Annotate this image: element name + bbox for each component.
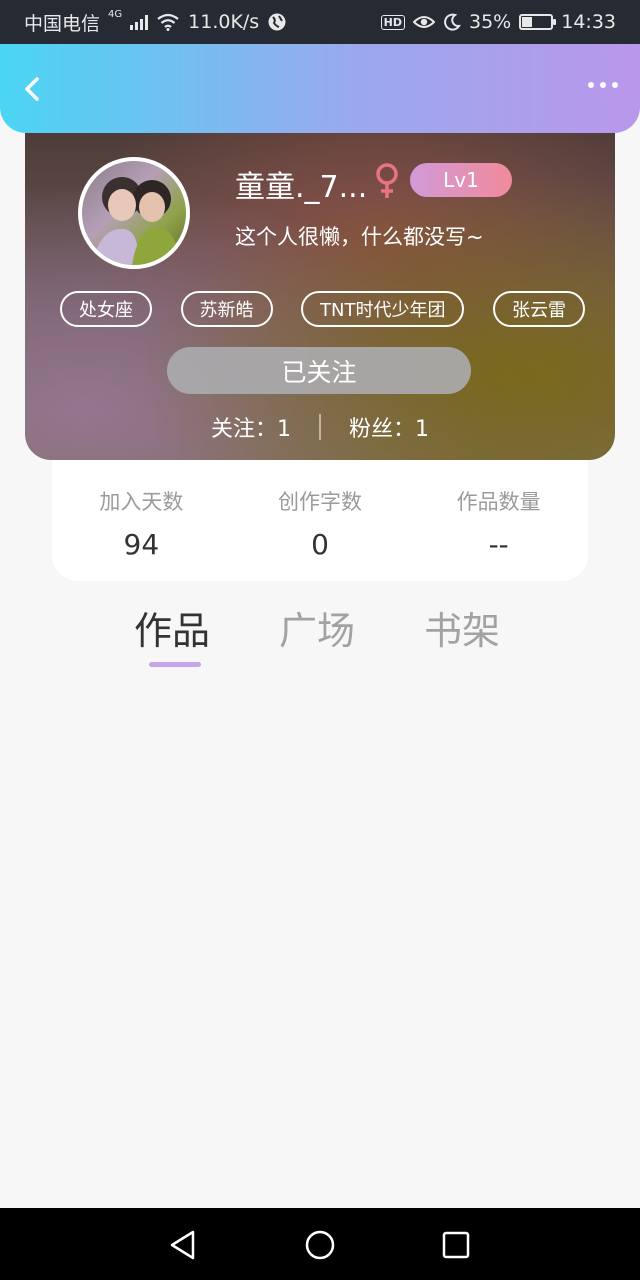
- stat-label: 作品数量: [456, 490, 541, 514]
- tab-bar: 作品 广场 书架: [0, 600, 640, 670]
- recents-square-icon[interactable]: [439, 1228, 473, 1262]
- home-circle-icon[interactable]: [303, 1228, 337, 1262]
- tag-chip[interactable]: TNT时代少年团: [301, 291, 465, 327]
- globe-icon: [268, 13, 286, 31]
- moon-icon: [444, 13, 461, 31]
- tag-chip[interactable]: 张云雷: [492, 291, 585, 327]
- stat-works-count: 作品数量 --: [409, 486, 588, 581]
- fans-count[interactable]: 粉丝：1: [349, 411, 429, 443]
- tab-indicator: [149, 662, 201, 667]
- follow-counts: 关注：1 粉丝：1: [25, 411, 615, 443]
- stat-value: 0: [311, 528, 329, 561]
- tag-chip[interactable]: 苏新皓: [180, 291, 273, 327]
- stat-word-count: 创作字数 0: [231, 486, 410, 581]
- nickname: 童童._7...: [235, 170, 368, 205]
- tag-chip[interactable]: 处女座: [60, 291, 152, 327]
- back-triangle-icon[interactable]: [166, 1228, 200, 1262]
- back-button[interactable]: [18, 74, 48, 104]
- stats-card: 加入天数 94 创作字数 0 作品数量 --: [52, 440, 588, 581]
- chevron-left-icon: [25, 77, 39, 101]
- battery-icon: [519, 14, 557, 30]
- following-count[interactable]: 关注：1: [211, 411, 291, 443]
- profile-card: 童童._7... Lv1 这个人很懒，什么都没写~ 处女座 苏新皓 TNT时代少…: [25, 120, 615, 460]
- bio-text: 这个人很懒，什么都没写~: [235, 225, 484, 249]
- carrier-label: 中国电信: [24, 12, 101, 35]
- tab-works[interactable]: 作品: [134, 600, 210, 655]
- stat-value: 94: [123, 528, 160, 561]
- hd-badge: HD: [380, 14, 405, 30]
- wifi-icon: [157, 13, 179, 31]
- more-button[interactable]: [588, 82, 618, 88]
- status-bar: 中国电信 4G 11.0K/s HD 35% 14:33: [0, 0, 640, 44]
- header-bar: [0, 44, 640, 133]
- stat-label: 创作字数: [278, 490, 362, 514]
- system-nav-bar: [0, 1208, 640, 1280]
- stat-value: --: [488, 528, 509, 561]
- eye-comfort-icon: [413, 16, 435, 28]
- tab-bookshelf[interactable]: 书架: [424, 600, 500, 655]
- network-speed: 11.0K/s: [188, 11, 260, 33]
- stat-label: 加入天数: [99, 490, 184, 514]
- battery-percent: 35%: [469, 11, 512, 33]
- more-dots-icon: [588, 82, 594, 88]
- signal-icon: [130, 14, 149, 30]
- avatar[interactable]: [78, 157, 190, 269]
- follow-button[interactable]: 已关注: [167, 347, 471, 394]
- stat-join-days: 加入天数 94: [52, 486, 231, 581]
- level-badge: Lv1: [410, 163, 512, 197]
- tag-list: 处女座 苏新皓 TNT时代少年团 张云雷: [60, 291, 585, 327]
- female-icon: [376, 163, 398, 198]
- divider: [319, 414, 321, 440]
- clock: 14:33: [561, 11, 616, 33]
- tab-square[interactable]: 广场: [279, 600, 355, 655]
- network-type: 4G: [108, 8, 123, 20]
